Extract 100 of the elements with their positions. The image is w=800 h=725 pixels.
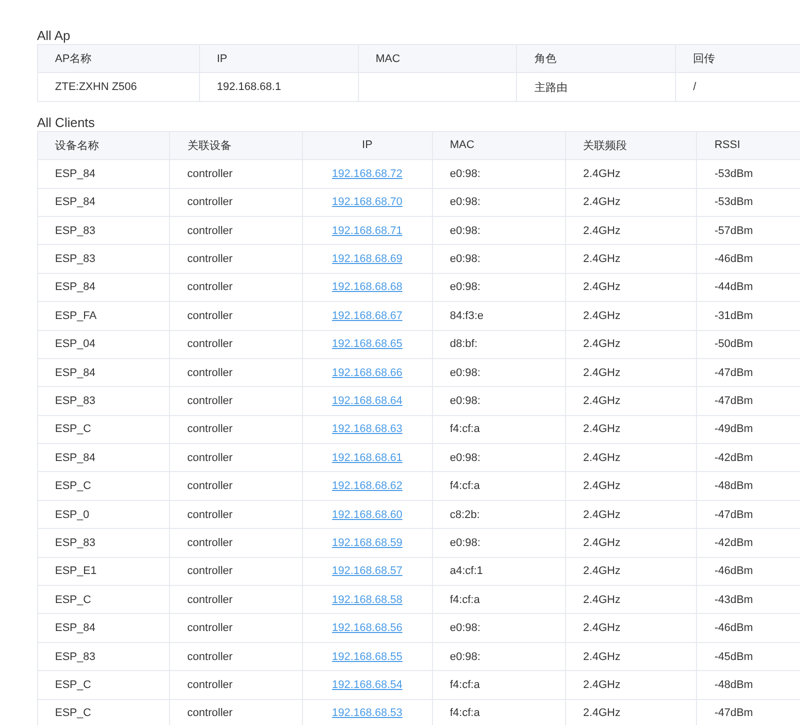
table-cell: e0:98: <box>450 452 480 464</box>
table-cell: e0:98: <box>450 366 480 379</box>
table-cell: ESP_04 <box>55 338 96 350</box>
column-header: 回传 <box>693 53 716 66</box>
table-cell: controller <box>187 196 233 208</box>
table-cell: ESP_83 <box>55 650 96 662</box>
table-cell: f4:cf:a <box>450 594 480 606</box>
table-cell: controller <box>187 366 233 379</box>
table-cell: f4:cf:a <box>450 423 480 436</box>
table-cell: -43dBm <box>714 594 753 606</box>
table-cell: e0:98: <box>450 281 480 294</box>
table-cell: 2.4GHz <box>583 310 620 322</box>
column-header: AP名称 <box>55 53 92 66</box>
table-cell: controller <box>187 338 233 350</box>
table-cell: d8:bf: <box>450 338 478 350</box>
table-cell: ESP_C <box>55 480 92 492</box>
table-cell: ESP_E1 <box>55 565 97 578</box>
table-cell: controller <box>187 452 233 464</box>
table-cell: controller <box>187 650 233 662</box>
table-cell: -47dBm <box>714 508 753 521</box>
table-cell: 2.4GHz <box>583 366 620 379</box>
table-cell: -48dBm <box>714 678 753 691</box>
table-cell: ESP_83 <box>55 536 96 549</box>
table-cell: e0:98: <box>450 650 480 662</box>
table-cell: 2.4GHz <box>583 394 620 407</box>
table-cell: f4:cf:a <box>450 707 480 720</box>
table-cell: 2.4GHz <box>583 281 620 294</box>
table-cell: -46dBm <box>714 622 753 634</box>
table-cell: -47dBm <box>714 394 753 407</box>
table-cell: ESP_84 <box>55 168 96 180</box>
table-cell: ESP_C <box>55 594 92 606</box>
table-cell: -53dBm <box>714 196 753 208</box>
table-cell: controller <box>187 480 233 492</box>
table-cell: controller <box>187 622 233 634</box>
table-cell: 2.4GHz <box>583 508 620 521</box>
table-cell: 2.4GHz <box>583 253 620 266</box>
table-cell: 2.4GHz <box>583 480 620 492</box>
table-cell: controller <box>187 594 233 606</box>
table-cell: controller <box>187 281 233 294</box>
table-cell: ESP_83 <box>55 394 96 407</box>
table-cell: -31dBm <box>714 310 753 322</box>
table-cell: e0:98: <box>450 253 480 266</box>
table-cell: e0:98: <box>450 224 480 237</box>
table-cell: controller <box>187 508 233 521</box>
column-header: MAC <box>376 52 400 65</box>
column-header: MAC <box>450 139 474 152</box>
table-cell: controller <box>187 423 233 436</box>
table-cell: controller <box>187 536 233 549</box>
table-cell: ESP_C <box>55 707 92 720</box>
table-cell: controller <box>187 394 233 407</box>
table-cell: controller <box>187 253 233 266</box>
table-cell: 2.4GHz <box>583 650 620 662</box>
table-cell: ESP_C <box>55 678 92 691</box>
table-cell: 2.4GHz <box>583 423 620 436</box>
table-cell: -42dBm <box>714 536 753 549</box>
table-cell: 2.4GHz <box>583 224 620 237</box>
table-cell: ESP_0 <box>55 508 90 521</box>
table-cell: -53dBm <box>714 168 753 180</box>
table-cell: ESP_83 <box>55 253 96 266</box>
table-cell: ESP_84 <box>55 452 96 464</box>
section-title: All Ap <box>37 27 72 44</box>
table-cell: controller <box>187 168 233 180</box>
table-cell: -48dBm <box>714 480 753 492</box>
table-cell: / <box>693 81 696 94</box>
table-cell: controller <box>187 707 233 720</box>
column-header: IP <box>362 139 372 152</box>
table-cell: 2.4GHz <box>583 536 620 549</box>
table-cell: 主路由 <box>534 82 568 94</box>
table-cell: controller <box>187 565 233 578</box>
table-cell: controller <box>187 310 233 322</box>
table-cell: ESP_84 <box>55 196 96 208</box>
table-cell: -46dBm <box>714 565 753 578</box>
table-cell: e0:98: <box>450 622 480 634</box>
table-cell: -46dBm <box>714 253 753 266</box>
table-cell: 2.4GHz <box>583 338 620 350</box>
table-cell: 2.4GHz <box>583 168 620 180</box>
table-cell: 2.4GHz <box>583 622 620 634</box>
table-cell: 84:f3:e <box>450 310 484 322</box>
table-cell: 2.4GHz <box>583 565 620 578</box>
table-cell: 2.4GHz <box>583 707 620 720</box>
table-cell: c8:2b: <box>450 508 480 521</box>
table-cell: ESP_84 <box>55 622 96 634</box>
table-cell: controller <box>187 224 233 237</box>
table-cell: 192.168.68.1 <box>216 81 282 94</box>
table-cell: -47dBm <box>714 707 753 720</box>
table-cell: controller <box>187 678 233 691</box>
table-cell: ESP_83 <box>55 224 96 237</box>
table-cell: -50dBm <box>714 338 753 350</box>
table-cell: ESP_84 <box>55 366 96 379</box>
table-cell: 2.4GHz <box>583 594 620 606</box>
table-cell: 2.4GHz <box>583 196 620 208</box>
column-header: 角色 <box>534 53 556 66</box>
table-cell: ESP_84 <box>55 281 96 294</box>
table-cell: -42dBm <box>714 452 753 464</box>
table-cell: e0:98: <box>450 536 480 549</box>
table-cell: e0:98: <box>450 394 480 407</box>
table-cell: ESP_C <box>55 423 92 436</box>
table-cell: -44dBm <box>714 281 753 294</box>
table-cell: 2.4GHz <box>583 452 620 464</box>
table-cell: -57dBm <box>714 224 753 237</box>
